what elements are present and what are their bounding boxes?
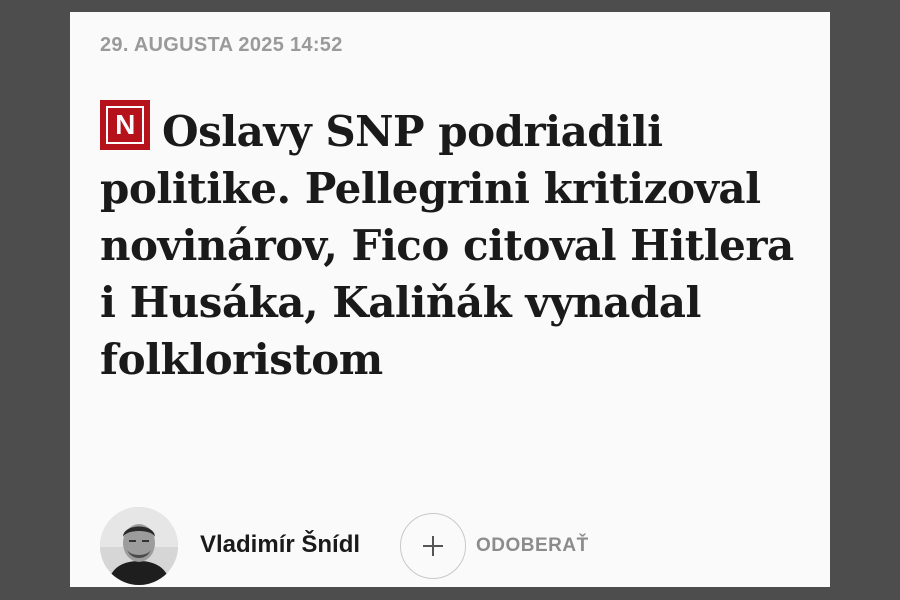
follow-button[interactable] (400, 513, 466, 579)
avatar-portrait-icon (100, 507, 178, 585)
follow-label[interactable]: ODOBERAŤ (476, 535, 589, 557)
headline-text: Oslavy SNP podriadili politike. Pellegri… (100, 107, 794, 384)
plus-icon (423, 536, 443, 556)
logo-frame: N (106, 106, 144, 144)
article-date: 29. AUGUSTA 2025 14:52 (100, 34, 343, 56)
author-avatar[interactable] (100, 507, 178, 585)
article-card: 29. AUGUSTA 2025 14:52 N Oslavy SNP podr… (70, 12, 830, 587)
article-headline[interactable]: N Oslavy SNP podriadili politike. Pelleg… (100, 100, 800, 388)
logo-letter: N (115, 109, 135, 140)
author-row: Vladimír Šnídl ODOBERAŤ (100, 507, 800, 585)
denik-n-logo-icon: N (100, 100, 150, 150)
author-name[interactable]: Vladimír Šnídl (200, 531, 360, 559)
